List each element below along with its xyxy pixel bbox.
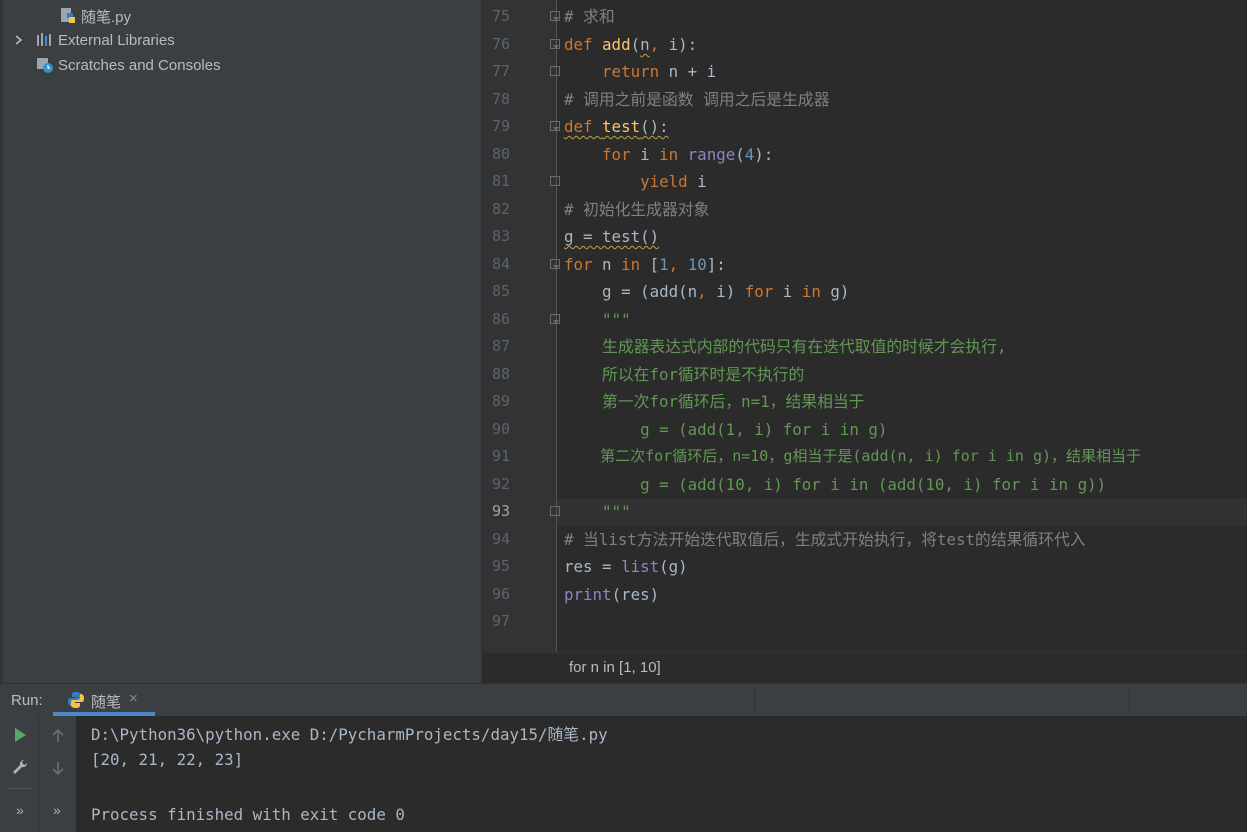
run-icon[interactable] (9, 724, 31, 746)
run-toolbar: Run: 随笔 × (0, 683, 1247, 716)
code-line: 生成器表达式内部的代码只有在迭代取值的时候才会执行, (564, 337, 1007, 356)
tree-item-scratches[interactable]: Scratches and Consoles (36, 53, 221, 77)
code-line: res = list(g) (564, 557, 688, 576)
line-number: 77 (491, 62, 510, 80)
line-number: 79 (491, 117, 510, 135)
line-number: 85 (491, 282, 510, 300)
line-number: 96 (491, 585, 510, 603)
scratches-icon (36, 56, 54, 74)
console-line: [20, 21, 22, 23] (91, 750, 244, 769)
line-number: 94 (491, 530, 510, 548)
code-line: yield i (640, 172, 707, 191)
fold-marker[interactable] (550, 259, 560, 269)
line-number: 91 (491, 447, 510, 465)
code-line: 所以在for循环时是不执行的 (564, 365, 805, 384)
python-file-icon (59, 7, 77, 25)
fold-marker[interactable] (550, 121, 560, 131)
console-output[interactable]: D:\Python36\python.exe D:/PycharmProject… (76, 716, 1247, 832)
run-tab[interactable]: 随笔 × (53, 684, 155, 716)
code-line: 第二次for循环后，n=10，g相当于是(add(n, i) for i in … (564, 447, 1142, 465)
project-panel: 随笔.py External Libraries Scratches and C… (0, 0, 481, 683)
line-number: 86 (491, 310, 510, 328)
python-icon (67, 691, 85, 713)
fold-marker[interactable] (550, 39, 560, 49)
code-line: # 求和 (564, 7, 615, 26)
tree-item-label: Scratches and Consoles (58, 56, 221, 74)
breadcrumb[interactable]: for n in [1, 10] (482, 652, 1247, 683)
fold-marker[interactable] (550, 314, 560, 324)
code-line: g = (add(1, i) for i in g) (564, 420, 888, 439)
current-line-highlight (556, 499, 1247, 526)
divider (754, 688, 755, 714)
line-number: 84 (491, 255, 510, 273)
run-navigation-column: » (38, 716, 76, 832)
run-label: Run: (11, 692, 43, 709)
wrench-icon[interactable] (9, 756, 31, 778)
tree-item-file[interactable]: 随笔.py (59, 4, 131, 28)
code-line: # 调用之前是函数 调用之后是生成器 (564, 90, 830, 109)
tree-item-label: 随笔.py (81, 8, 132, 26)
chevron-right-icon[interactable] (12, 31, 26, 49)
tree-item-external-libraries[interactable]: External Libraries (12, 28, 175, 52)
fold-marker[interactable] (550, 506, 560, 516)
more-icon[interactable]: » (16, 802, 24, 818)
down-arrow-icon[interactable] (47, 757, 69, 779)
console-line: D:\Python36\python.exe D:/PycharmProject… (91, 725, 608, 744)
line-number-current: 93 (491, 502, 510, 520)
gutter-divider (556, 0, 557, 652)
breadcrumb-label[interactable]: for n in [1, 10] (569, 659, 661, 676)
line-number: 95 (491, 557, 510, 575)
code-line: """ (564, 310, 631, 329)
code-line: # 初始化生成器对象 (564, 200, 710, 219)
tree-item-label: External Libraries (58, 31, 175, 49)
code-line: print(res) (564, 585, 660, 604)
code-line: for i in range(4): (602, 145, 774, 164)
fold-marker[interactable] (550, 176, 560, 186)
code-line: # 当list方法开始迭代取值后，生成式开始执行，将test的结果循环代入 (564, 530, 1086, 549)
line-number: 75 (491, 7, 510, 25)
run-tab-label: 随笔 (91, 694, 122, 711)
more-icon[interactable]: » (53, 802, 61, 818)
line-number: 83 (491, 227, 510, 245)
fold-marker[interactable] (550, 11, 560, 21)
close-icon[interactable]: × (129, 690, 138, 707)
console-line: Process finished with exit code 0 (91, 805, 405, 824)
code-line: g = (add(10, i) for i in (add(10, i) for… (564, 475, 1107, 494)
code-line-current: """ (564, 502, 631, 521)
up-arrow-icon[interactable] (47, 725, 69, 747)
line-number: 92 (491, 475, 510, 493)
line-number: 80 (491, 145, 510, 163)
line-number: 76 (491, 35, 510, 53)
line-number: 90 (491, 420, 510, 438)
code-line: 第一次for循环后，n=1，结果相当于 (564, 392, 865, 411)
line-number: 81 (491, 172, 510, 190)
code-line: def test(): (564, 117, 669, 136)
code-line: def add(n, i): (564, 35, 698, 54)
code-editor[interactable]: 75 76 77 78 79 80 81 82 83 84 85 86 87 8… (481, 0, 1247, 683)
line-number: 78 (491, 90, 510, 108)
line-number: 88 (491, 365, 510, 383)
fold-marker[interactable] (550, 66, 560, 76)
code-line: g = (add(n, i) for i in g) (564, 282, 850, 301)
line-number: 82 (491, 200, 510, 218)
code-line: g = test() (564, 227, 660, 246)
run-actions-column: » (0, 716, 38, 832)
divider (1129, 688, 1130, 714)
divider (8, 788, 32, 789)
line-number: 89 (491, 392, 510, 410)
line-number: 87 (491, 337, 510, 355)
line-number: 97 (491, 612, 510, 630)
code-line: for n in [1, 10]: (564, 255, 726, 274)
code-line: return n + i (602, 62, 717, 81)
library-icon (36, 31, 54, 49)
